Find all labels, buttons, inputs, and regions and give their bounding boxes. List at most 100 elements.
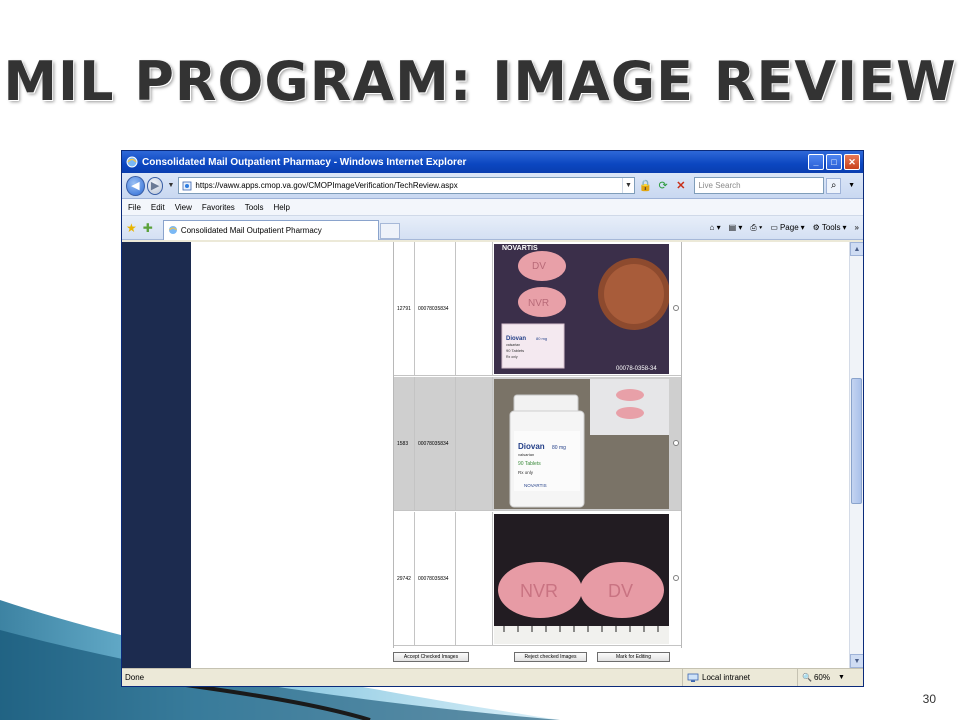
zone-label: Local intranet [702,673,751,682]
page-content: 12791 00078035834 NOVARTIS DV NVR Diovan… [122,242,849,668]
maximize-button[interactable]: □ [826,154,842,170]
photo-caption: 00078-0358-34 [616,366,657,372]
menu-tools[interactable]: Tools [245,203,264,212]
row-empty-cell [457,377,493,510]
menu-file[interactable]: File [128,203,141,212]
home-button[interactable]: ⌂ ▾ [710,223,721,232]
history-dropdown-icon[interactable]: ▼ [167,182,174,189]
back-button[interactable]: ◀ [126,175,145,196]
status-text: Done [125,673,145,682]
browser-window: Consolidated Mail Outpatient Pharmacy - … [121,150,864,687]
label-rx: Rx only [518,470,534,475]
left-nav-panel [122,242,191,668]
url-text: https://vaww.apps.cmop.va.gov/CMOPImageV… [195,181,458,190]
new-tab-button[interactable] [379,222,400,239]
row-id: 29742 [397,512,415,645]
label-rx: Rx only [506,355,518,359]
menu-edit[interactable]: Edit [151,203,165,212]
accept-checked-images-button[interactable]: Accept Checked Images [393,652,469,662]
zoom-dropdown-icon[interactable]: ▼ [838,674,845,681]
table-row: 1583 00078035834 Diovan 80 mg valsartan … [394,377,681,511]
page-menu[interactable]: ▭ Page ▾ [770,223,804,232]
table-row: 29742 00078035834 NVR DV [394,512,681,646]
zoom-control[interactable]: 🔍 60% ▼ [797,669,863,686]
lock-icon[interactable]: 🔒 [638,178,653,194]
window-title: Consolidated Mail Outpatient Pharmacy - … [142,156,467,168]
menu-bar: File Edit View Favorites Tools Help [122,199,863,216]
zoom-icon: 🔍 [802,673,812,682]
tab-current[interactable]: Consolidated Mail Outpatient Pharmacy [162,219,379,240]
slide-number: 30 [922,692,936,706]
command-bar: ⌂ ▾ ▤ ▾ ⎙ ▾ ▭ Page ▾ ⚙ Tools ▾ » [702,223,863,233]
photo-brand: NOVARTIS [502,245,538,252]
scroll-down-icon[interactable]: ▼ [850,654,863,668]
minimize-button[interactable]: _ [808,154,824,170]
scroll-up-icon[interactable]: ▲ [850,242,863,256]
security-zone[interactable]: Local intranet [682,669,797,686]
search-icon[interactable]: ⌕ [826,177,842,194]
menu-view[interactable]: View [175,203,192,212]
page-menu-label: Page [779,223,799,232]
row-id: 12791 [397,242,415,375]
tab-bar: ★ ✚ Consolidated Mail Outpatient Pharmac… [122,216,863,240]
add-favorites-icon[interactable]: ✚ [143,221,153,235]
row-ndc: 00078035834 [416,242,456,375]
search-input[interactable]: Live Search [694,177,825,194]
action-buttons: Accept Checked Images Reject checked Ima… [393,652,682,664]
vertical-scrollbar[interactable]: ▲ ▼ [849,242,863,668]
forward-button[interactable]: ▶ [146,176,164,195]
label-name: Diovan [506,336,526,342]
feeds-button[interactable]: ▤ ▾ [729,223,743,232]
drug-photo: Diovan 80 mg valsartan 90 Tablets Rx onl… [494,379,669,509]
reject-checked-images-button[interactable]: Reject checked Images [514,652,587,662]
search-options-icon[interactable]: ▼ [844,178,859,194]
label-count: 90 Tablets [518,461,541,467]
title-bar: Consolidated Mail Outpatient Pharmacy - … [122,151,863,173]
drug-photo: NOVARTIS DV NVR Diovan 80 mg valsartan 9… [494,244,669,374]
row-empty-cell [457,512,493,645]
pill-mark: NVR [520,581,558,601]
tab-ie-icon [168,226,177,234]
url-field[interactable]: https://vaww.apps.cmop.va.gov/CMOPImageV… [178,177,635,194]
row-ndc: 00078035834 [416,512,456,645]
close-button[interactable]: ✕ [844,154,860,170]
pill-mark: DV [532,261,546,272]
row-select-radio[interactable] [673,305,679,311]
zoom-level: 60% [813,673,830,682]
print-button[interactable]: ⎙ ▾ [750,223,762,233]
label-generic: valsartan [506,343,520,347]
scroll-thumb[interactable] [851,378,862,504]
status-bar: Done Local intranet 🔍 60% ▼ [122,668,863,686]
drug-photo: NVR DV [494,514,669,644]
table-row: 12791 00078035834 NOVARTIS DV NVR Diovan… [394,242,681,376]
page-icon [182,181,192,190]
pill-mark: DV [608,581,633,601]
pill-mark: NVR [528,298,549,309]
image-review-table: 12791 00078035834 NOVARTIS DV NVR Diovan… [393,242,682,648]
ie-icon [126,156,138,168]
row-select-radio[interactable] [673,575,679,581]
label-strength: 80 mg [552,445,566,451]
label-strength: 80 mg [536,336,547,341]
chevron-more-icon[interactable]: » [855,223,859,232]
menu-help[interactable]: Help [273,203,289,212]
stop-icon[interactable]: ✕ [674,178,689,194]
intranet-icon [687,673,699,682]
url-dropdown-icon[interactable]: ▼ [621,178,634,193]
address-bar: ◀ ▶ ▼ https://vaww.apps.cmop.va.gov/CMOP… [122,173,863,199]
row-id: 1583 [397,377,415,510]
row-select-radio[interactable] [673,440,679,446]
label-brand: NOVARTIS [524,483,547,488]
label-generic: valsartan [518,452,534,457]
label-count: 90 Tablets [506,348,524,353]
row-empty-cell [457,242,493,375]
menu-favorites[interactable]: Favorites [202,203,235,212]
tools-menu-label: Tools [821,223,841,232]
label-name: Diovan [518,442,545,451]
tools-menu[interactable]: ⚙ Tools ▾ [813,223,847,232]
mark-for-editing-button[interactable]: Mark for Editing [597,652,670,662]
favorites-star-icon[interactable]: ★ [126,221,137,235]
refresh-icon[interactable]: ⟳ [656,178,671,194]
row-ndc: 00078035834 [416,377,456,510]
tab-label: Consolidated Mail Outpatient Pharmacy [180,225,322,235]
